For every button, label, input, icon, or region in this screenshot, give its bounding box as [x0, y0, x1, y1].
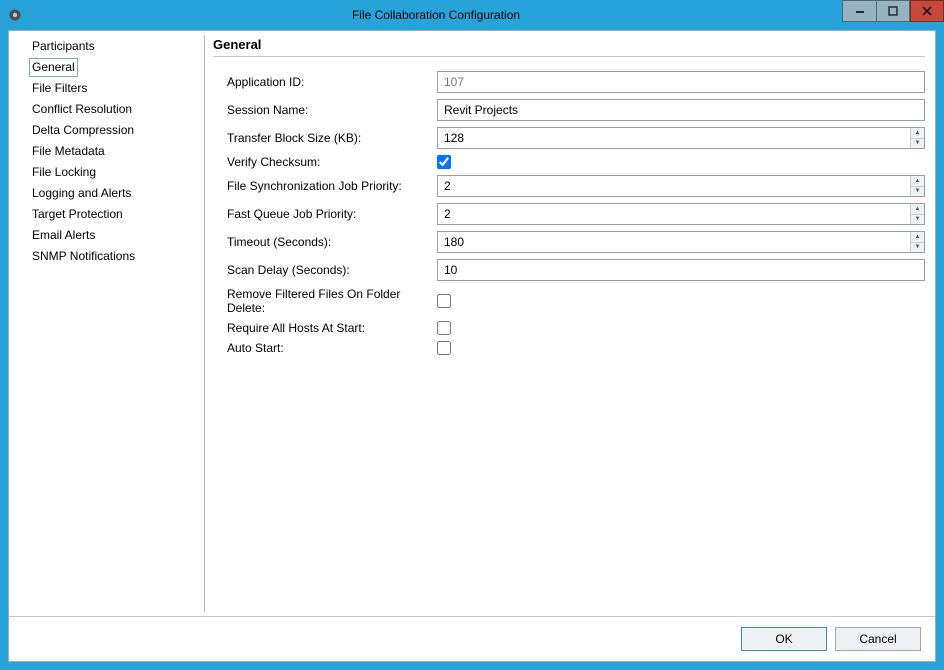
sidebar-item-target-protection[interactable]: Target Protection — [29, 205, 126, 224]
remove-filtered-checkbox[interactable] — [437, 294, 451, 308]
spin-up-icon[interactable]: ▲ — [910, 176, 924, 187]
sidebar-item-participants[interactable]: Participants — [29, 37, 98, 56]
spin-down-icon[interactable]: ▼ — [910, 187, 924, 197]
require-hosts-checkbox[interactable] — [437, 321, 451, 335]
body: Participants General File Filters Confli… — [9, 31, 935, 616]
sidebar-item-file-locking[interactable]: File Locking — [29, 163, 99, 182]
spin-down-icon[interactable]: ▼ — [910, 215, 924, 225]
session-name-input[interactable] — [437, 99, 925, 121]
transfer-block-spinner[interactable]: ▲▼ — [437, 127, 925, 149]
sync-priority-input[interactable] — [437, 175, 925, 197]
application-id-input — [437, 71, 925, 93]
spin-up-icon[interactable]: ▲ — [910, 204, 924, 215]
spin-up-icon[interactable]: ▲ — [910, 128, 924, 139]
fast-queue-label: Fast Queue Job Priority: — [227, 207, 437, 221]
application-id-label: Application ID: — [227, 75, 437, 89]
sidebar-item-delta-compression[interactable]: Delta Compression — [29, 121, 137, 140]
sidebar-item-email-alerts[interactable]: Email Alerts — [29, 226, 98, 245]
sidebar-item-general[interactable]: General — [29, 58, 78, 77]
scan-delay-input[interactable] — [437, 259, 925, 281]
ok-button[interactable]: OK — [741, 627, 827, 651]
session-name-label: Session Name: — [227, 103, 437, 117]
verify-checksum-label: Verify Checksum: — [227, 155, 437, 169]
window-controls — [842, 0, 944, 22]
titlebar: File Collaboration Configuration — [0, 0, 944, 30]
spin-down-icon[interactable]: ▼ — [910, 139, 924, 149]
app-icon — [0, 8, 30, 22]
client-area: Participants General File Filters Confli… — [8, 30, 936, 662]
scan-delay-label: Scan Delay (Seconds): — [227, 263, 437, 277]
close-button[interactable] — [910, 0, 944, 22]
require-hosts-label: Require All Hosts At Start: — [227, 321, 437, 335]
content-pane: General Application ID: Session Name: Tr… — [205, 31, 935, 616]
sync-priority-label: File Synchronization Job Priority: — [227, 179, 437, 193]
maximize-button[interactable] — [876, 0, 910, 22]
transfer-block-input[interactable] — [437, 127, 925, 149]
auto-start-label: Auto Start: — [227, 341, 437, 355]
sync-priority-spinner[interactable]: ▲▼ — [437, 175, 925, 197]
auto-start-checkbox[interactable] — [437, 341, 451, 355]
sidebar-item-conflict-resolution[interactable]: Conflict Resolution — [29, 100, 135, 119]
section-title: General — [213, 35, 925, 57]
footer: OK Cancel — [9, 617, 935, 661]
sidebar: Participants General File Filters Confli… — [9, 31, 204, 616]
general-form: Application ID: Session Name: Transfer B… — [213, 71, 925, 355]
window: File Collaboration Configuration Partici… — [0, 0, 944, 670]
sidebar-item-file-filters[interactable]: File Filters — [29, 79, 90, 98]
sidebar-item-snmp[interactable]: SNMP Notifications — [29, 247, 138, 266]
timeout-input[interactable] — [437, 231, 925, 253]
timeout-spinner[interactable]: ▲▼ — [437, 231, 925, 253]
transfer-block-label: Transfer Block Size (KB): — [227, 131, 437, 145]
sidebar-item-file-metadata[interactable]: File Metadata — [29, 142, 108, 161]
sidebar-item-logging-alerts[interactable]: Logging and Alerts — [29, 184, 134, 203]
verify-checksum-checkbox[interactable] — [437, 155, 451, 169]
fast-queue-spinner[interactable]: ▲▼ — [437, 203, 925, 225]
timeout-label: Timeout (Seconds): — [227, 235, 437, 249]
minimize-button[interactable] — [842, 0, 876, 22]
remove-filtered-label: Remove Filtered Files On Folder Delete: — [227, 287, 437, 315]
fast-queue-input[interactable] — [437, 203, 925, 225]
spin-down-icon[interactable]: ▼ — [910, 243, 924, 253]
window-title: File Collaboration Configuration — [30, 8, 842, 22]
cancel-button[interactable]: Cancel — [835, 627, 921, 651]
spin-up-icon[interactable]: ▲ — [910, 232, 924, 243]
